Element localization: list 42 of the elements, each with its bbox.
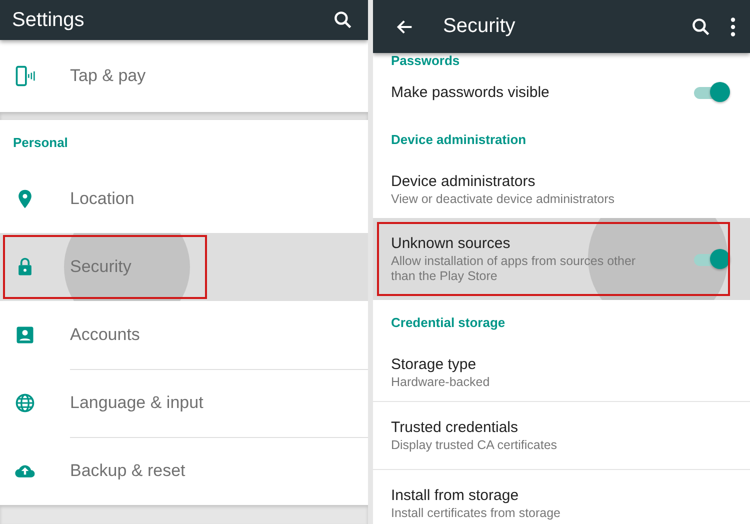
toggle-switch[interactable] — [692, 81, 730, 103]
item-title: Storage type — [391, 356, 478, 373]
screen-title: Security — [443, 15, 516, 38]
phone-nfc-icon — [14, 65, 36, 87]
section-header: Passwords — [391, 53, 460, 68]
settings-item[interactable]: Unknown sources Allow installation of apps from sources other than the Play Store — [373, 218, 750, 300]
settings-item[interactable]: Language & input — [0, 369, 368, 437]
settings-item[interactable]: Accounts — [0, 301, 368, 369]
item-title: Unknown sources — [391, 234, 512, 252]
settings-item[interactable]: Backup & reset — [0, 437, 368, 505]
settings-item[interactable]: Make passwords visible — [373, 67, 750, 117]
settings-item[interactable]: Location — [0, 165, 368, 233]
settings-item[interactable]: Tap & pay — [0, 40, 368, 112]
item-summary: Display trusted CA certificates — [391, 438, 558, 452]
item-label: Accounts — [70, 325, 140, 345]
section-header: Credential storage — [391, 315, 506, 330]
item-title: Trusted credentials — [391, 418, 520, 436]
item-title: Make passwords visible — [391, 84, 550, 100]
toggle-switch[interactable] — [692, 248, 730, 270]
search-icon[interactable] — [332, 9, 354, 31]
item-label: Language & input — [70, 393, 204, 413]
more-options-icon[interactable] — [730, 16, 736, 36]
item-label: Tap & pay — [70, 66, 146, 86]
item-summary: Hardware-backed — [391, 375, 491, 390]
settings-item[interactable]: Storage type Hardware-backed — [373, 345, 750, 401]
search-icon[interactable] — [690, 16, 712, 38]
section-header: Device administration — [391, 132, 526, 147]
globe-icon — [14, 392, 36, 414]
item-label: Location — [70, 189, 134, 209]
item-label: Backup & reset — [70, 461, 186, 481]
item-label: Security — [70, 257, 132, 277]
settings-item[interactable]: Install from storage Install certificates from storage — [373, 469, 750, 524]
screen-title: Settings — [12, 8, 86, 32]
section-header: Personal — [13, 135, 68, 150]
item-summary: Install certificates from storage — [391, 506, 562, 520]
item-title: Device administrators — [391, 173, 536, 190]
item-summary: View or deactivate device administrators — [391, 192, 616, 207]
account-icon — [14, 324, 36, 346]
item-summary: Allow installation of apps from sources other than the Play Store — [391, 254, 637, 284]
settings-item[interactable]: Trusted credentials Display trusted CA certificates — [373, 401, 750, 469]
settings-item[interactable]: Device administrators View or deactivate device administrators — [373, 162, 750, 218]
item-title: Install from storage — [391, 486, 520, 504]
